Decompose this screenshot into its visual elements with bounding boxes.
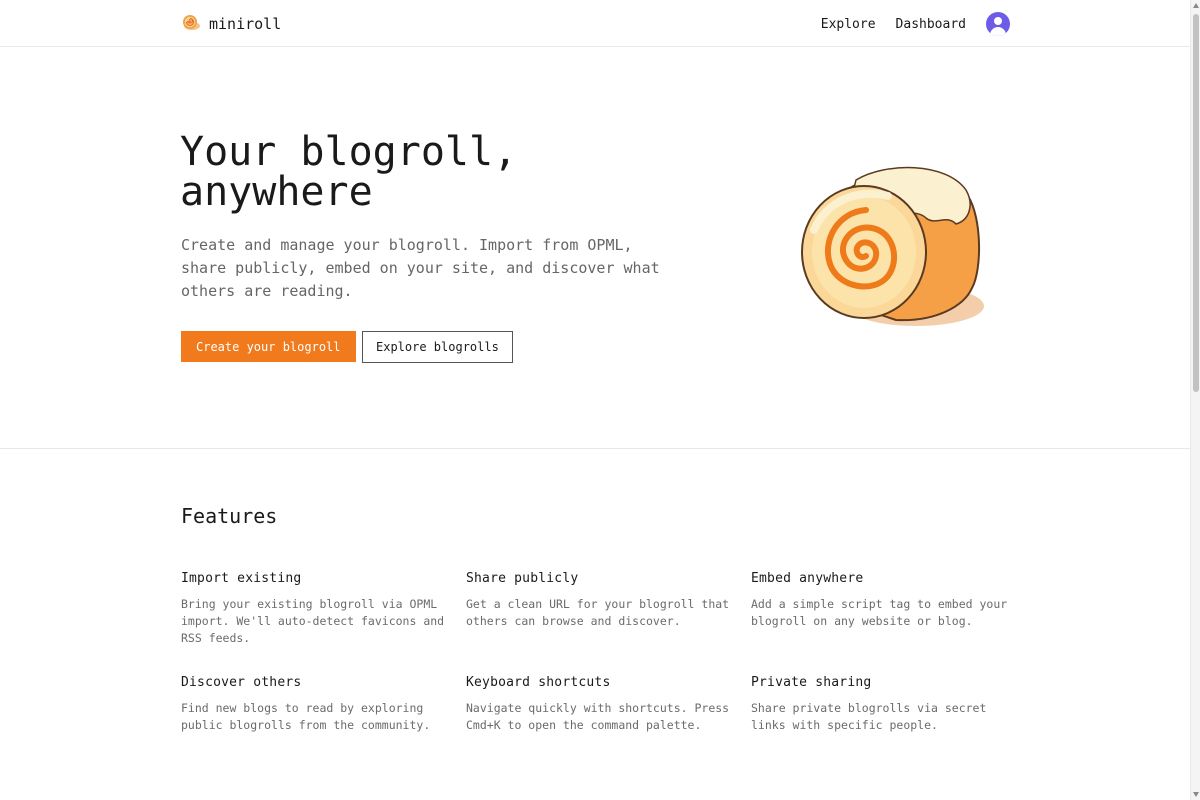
feature-title: Private sharing	[751, 675, 872, 690]
feature-private: Private sharing Share private blogrolls …	[751, 675, 1016, 734]
feature-description: Share private blogrolls via secret links…	[751, 701, 987, 732]
nav-explore-link[interactable]: Explore	[821, 17, 876, 32]
feature-description: Add a simple script tag to embed your bl…	[751, 597, 1008, 628]
nav-dashboard-link[interactable]: Dashboard	[896, 17, 966, 32]
features-title: Features	[181, 504, 278, 528]
user-avatar-icon[interactable]	[986, 12, 1010, 36]
feature-title: Import existing	[181, 571, 302, 586]
feature-import: Import existing Bring your existing blog…	[181, 571, 446, 647]
feature-title: Discover others	[181, 675, 302, 690]
vertical-scrollbar[interactable]	[1190, 0, 1200, 800]
create-blogroll-button[interactable]: Create your blogroll	[181, 331, 356, 362]
feature-discover: Discover others Find new blogs to read b…	[181, 675, 446, 734]
feature-description: Find new blogs to read by exploring publ…	[181, 701, 431, 732]
scroll-down-icon[interactable]	[1193, 792, 1199, 797]
feature-description: Get a clean URL for your blogroll that o…	[466, 597, 730, 628]
feature-share: Share publicly Get a clean URL for your …	[466, 571, 731, 630]
hero-title: Your blogroll, anywhere	[180, 132, 700, 212]
site-header: miniroll Explore Dashboard	[0, 0, 1190, 47]
hero-section: Your blogroll, anywhere Create and manag…	[0, 48, 1190, 449]
top-nav: Explore Dashboard	[821, 12, 1010, 36]
feature-title: Embed anywhere	[751, 571, 864, 586]
scroll-up-icon[interactable]	[1193, 3, 1199, 8]
feature-title: Share publicly	[466, 571, 579, 586]
feature-title: Keyboard shortcuts	[466, 675, 611, 690]
explore-blogrolls-button[interactable]: Explore blogrolls	[362, 331, 513, 363]
swiss-roll-illustration	[796, 160, 992, 332]
hero-subtitle: Create and manage your blogroll. Import …	[181, 236, 660, 300]
cinnamon-roll-icon	[181, 12, 201, 36]
hero-title-line2: anywhere	[180, 169, 373, 215]
scrollbar-thumb[interactable]	[1193, 14, 1199, 392]
feature-embed: Embed anywhere Add a simple script tag t…	[751, 571, 1016, 630]
brand-link[interactable]: miniroll	[181, 12, 281, 36]
brand-name: miniroll	[209, 15, 282, 33]
feature-description: Navigate quickly with shortcuts. Press C…	[466, 701, 730, 732]
feature-keyboard: Keyboard shortcuts Navigate quickly with…	[466, 675, 731, 734]
feature-description: Bring your existing blogroll via OPML im…	[181, 597, 445, 645]
